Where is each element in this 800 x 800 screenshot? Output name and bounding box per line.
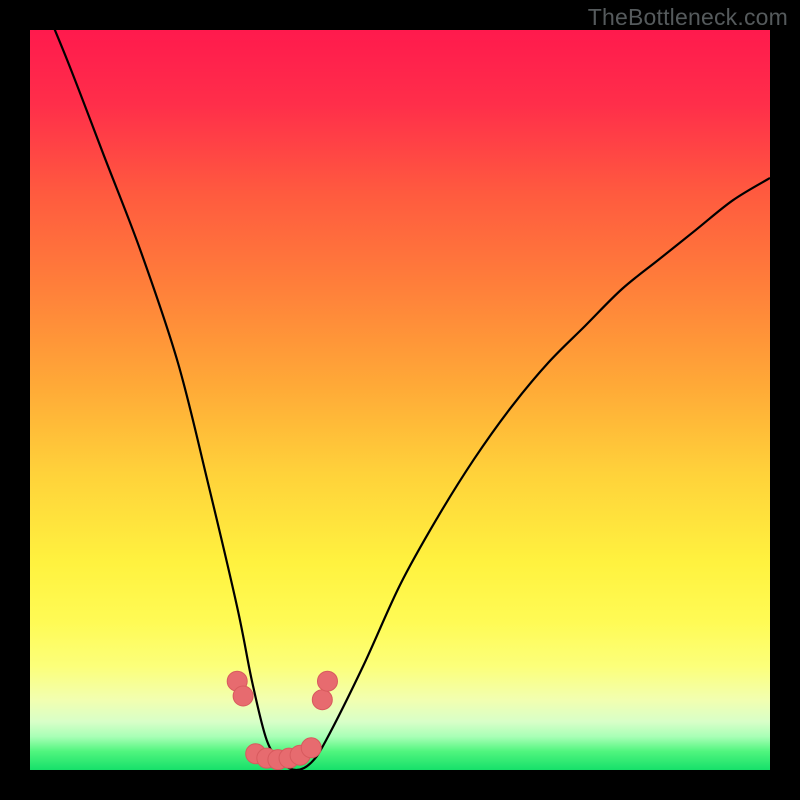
marker-dot bbox=[301, 738, 321, 758]
optimal-range-markers bbox=[227, 671, 337, 769]
plot-area bbox=[30, 30, 770, 770]
curve-layer bbox=[30, 30, 770, 770]
marker-dot bbox=[317, 671, 337, 691]
marker-dot bbox=[233, 686, 253, 706]
chart-frame: TheBottleneck.com bbox=[0, 0, 800, 800]
bottleneck-curve bbox=[30, 30, 770, 770]
marker-dot bbox=[312, 690, 332, 710]
watermark-text: TheBottleneck.com bbox=[588, 4, 788, 31]
